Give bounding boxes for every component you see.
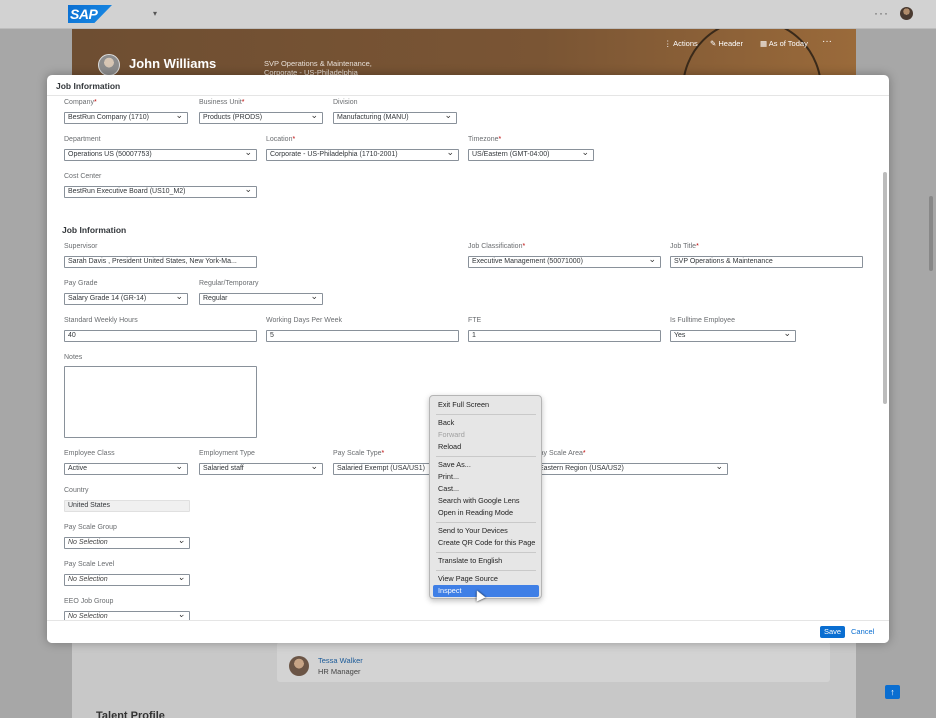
employee-name: John Williams (129, 56, 217, 71)
save-button[interactable]: Save (820, 626, 846, 638)
supervisor-input[interactable]: Sarah Davis , President United States, N… (64, 256, 257, 268)
chevron-down-icon[interactable]: ▾ (153, 9, 157, 18)
timezone-label: Timezone* (468, 136, 502, 143)
menu-item-translate[interactable]: Translate to English (433, 555, 539, 567)
menu-separator (436, 414, 536, 415)
pay-scale-group-label: Pay Scale Group (64, 524, 117, 531)
calendar-icon: ▦ (760, 39, 769, 48)
page-scrollbar[interactable] (929, 196, 933, 271)
job-title-label: Job Title* (670, 243, 699, 250)
eeo-job-group-label: EEO Job Group (64, 598, 114, 605)
menu-item-inspect[interactable]: Inspect (433, 585, 539, 597)
regular-temporary-label: Regular/Temporary (199, 280, 259, 287)
job-title-input[interactable]: SVP Operations & Maintenance (670, 256, 863, 268)
notes-textarea[interactable] (64, 366, 257, 438)
more-options-icon[interactable]: ··· (822, 36, 832, 47)
as-of-today-button[interactable]: ▦ As of Today (760, 39, 808, 48)
fte-label: FTE (468, 317, 482, 324)
menu-separator (436, 456, 536, 457)
talent-profile-heading: Talent Profile (96, 710, 165, 718)
pay-scale-group-select[interactable]: No Selection (64, 537, 190, 549)
employment-type-select[interactable]: Salaried staff (199, 463, 323, 475)
company-select[interactable]: BestRun Company (1710) (64, 112, 188, 124)
sap-logo[interactable]: SAP (68, 5, 112, 23)
menu-item-send-to-devices[interactable]: Send to Your Devices (433, 525, 539, 537)
pay-scale-area-select[interactable]: Eastern Region (USA/US2) (535, 463, 728, 475)
menu-item-search-google-lens[interactable]: Search with Google Lens (433, 495, 539, 507)
menu-item-cast[interactable]: Cast... (433, 483, 539, 495)
standard-weekly-hours-label: Standard Weekly Hours (64, 317, 138, 324)
browser-context-menu: Exit Full Screen Back Forward Reload Sav… (429, 395, 542, 599)
division-select[interactable]: Manufacturing (MANU) (333, 112, 457, 124)
employee-avatar (98, 54, 120, 76)
menu-separator (436, 522, 536, 523)
fte-input[interactable]: 1 (468, 330, 661, 342)
fulltime-employee-select[interactable]: Yes (670, 330, 796, 342)
menu-item-exit-full-screen[interactable]: Exit Full Screen (433, 399, 539, 411)
location-label: Location* (266, 136, 296, 143)
job-classification-label: Job Classification* (468, 243, 526, 250)
menu-item-forward: Forward (438, 430, 465, 439)
cost-center-label: Cost Center (64, 173, 102, 180)
working-days-label: Working Days Per Week (266, 317, 342, 324)
scroll-to-top-button[interactable]: ↑ (885, 685, 900, 699)
profile-header: John Williams SVP Operations & Maintenan… (72, 29, 856, 79)
working-days-input[interactable]: 5 (266, 330, 459, 342)
user-avatar[interactable] (900, 7, 913, 20)
menu-item-qr-code[interactable]: Create QR Code for this Page (433, 537, 539, 549)
country-label: Country (64, 487, 89, 494)
cancel-button[interactable]: Cancel (851, 626, 874, 638)
menu-item-back[interactable]: Back (433, 417, 539, 429)
menu-item-print[interactable]: Print... (433, 471, 539, 483)
pay-grade-select[interactable]: Salary Grade 14 (GR-14) (64, 293, 188, 305)
pay-scale-level-select[interactable]: No Selection (64, 574, 190, 586)
more-options-icon[interactable]: ··· (874, 6, 889, 20)
manager-card: Tessa Walker HR Manager (277, 642, 830, 682)
supervisor-label: Supervisor (64, 243, 98, 250)
job-information-section-title: Job Information (62, 225, 127, 235)
department-select[interactable]: Operations US (50007753) (64, 149, 257, 161)
notes-label: Notes (64, 354, 83, 361)
menu-separator (436, 552, 536, 553)
employee-class-select[interactable]: Active (64, 463, 188, 475)
timezone-select[interactable]: US/Eastern (GMT-04:00) (468, 149, 594, 161)
department-label: Department (64, 136, 101, 143)
background-page: Tessa Walker HR Manager Talent Profile (72, 640, 856, 718)
pay-grade-label: Pay Grade (64, 280, 98, 287)
business-unit-select[interactable]: Products (PRODS) (199, 112, 323, 124)
menu-item-save-as[interactable]: Save As... (433, 459, 539, 471)
location-select[interactable]: Corporate - US-Philadelphia (1710-2001) (266, 149, 459, 161)
actions-button[interactable]: ⋮ Actions (664, 39, 698, 48)
vertical-dots-icon: ⋮ (664, 39, 674, 48)
pay-scale-area-label: Pay Scale Area* (535, 450, 586, 457)
manager-role: HR Manager (318, 667, 361, 676)
menu-item-view-page-source[interactable]: View Page Source (433, 573, 539, 585)
header-decoration (682, 29, 822, 79)
country-field: United States (64, 500, 190, 512)
employment-type-label: Employment Type (199, 450, 255, 457)
business-unit-label: Business Unit* (199, 99, 245, 106)
manager-name-link[interactable]: Tessa Walker (318, 656, 363, 665)
dialog-scrollbar[interactable] (883, 172, 887, 404)
fulltime-employee-label: Is Fulltime Employee (670, 317, 735, 324)
menu-item-reload[interactable]: Reload (433, 441, 539, 453)
regular-temporary-select[interactable]: Regular (199, 293, 323, 305)
cost-center-select[interactable]: BestRun Executive Board (US10_M2) (64, 186, 257, 198)
menu-item-reading-mode[interactable]: Open in Reading Mode (433, 507, 539, 519)
menu-separator (436, 570, 536, 571)
header-button[interactable]: ✎ Header (710, 39, 743, 48)
arrow-up-icon: ↑ (890, 687, 895, 697)
dialog-divider (47, 95, 889, 96)
pay-scale-type-label: Pay Scale Type* (333, 450, 385, 457)
company-label: Company* (64, 99, 97, 106)
employee-class-label: Employee Class (64, 450, 115, 457)
shell-bar: SAP ▾ ··· (0, 0, 936, 29)
dialog-footer: Save Cancel (47, 620, 889, 643)
dialog-title: Job Information (56, 81, 121, 91)
manager-avatar (289, 656, 309, 676)
pay-scale-level-label: Pay Scale Level (64, 561, 115, 568)
job-classification-select[interactable]: Executive Management (50071000) (468, 256, 661, 268)
standard-weekly-hours-input[interactable]: 40 (64, 330, 257, 342)
division-label: Division (333, 99, 358, 106)
